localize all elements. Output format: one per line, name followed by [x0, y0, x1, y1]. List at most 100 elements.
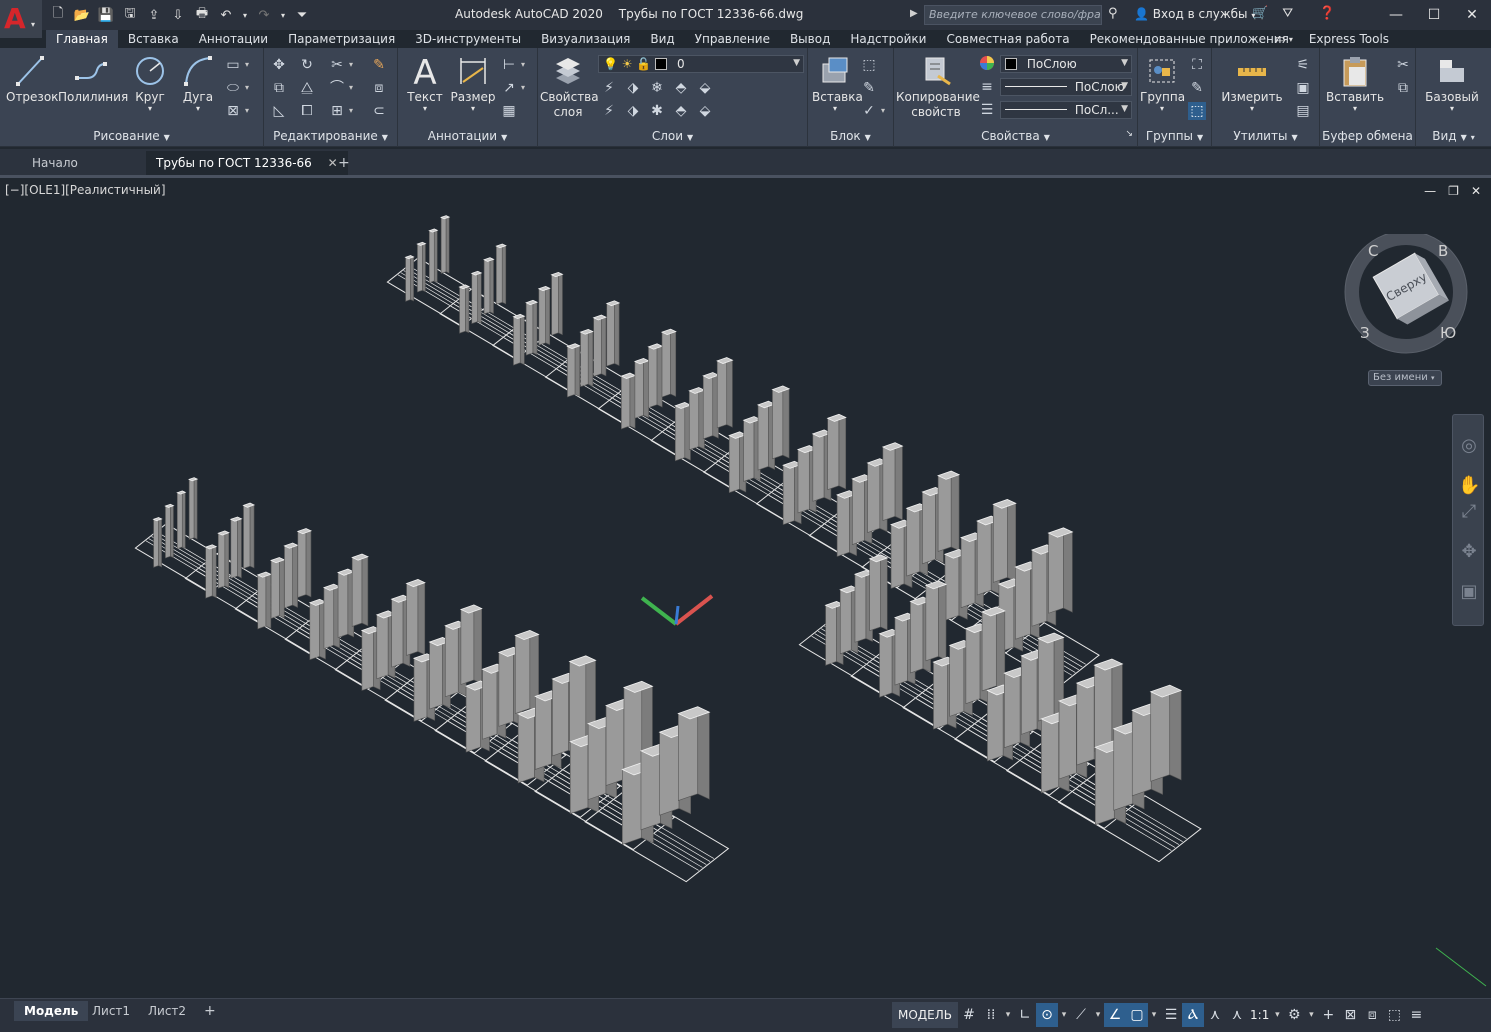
snap-icon[interactable]: ⁞⁞	[980, 1003, 1002, 1027]
layer-freeze-icon[interactable]: ❄	[648, 79, 666, 97]
close-button[interactable]: ✕	[1453, 0, 1491, 30]
isodraft-icon[interactable]: ⟋	[1070, 1003, 1092, 1027]
save-as-icon[interactable]: 🖫	[120, 5, 140, 25]
drawing-viewport[interactable]: [−][OLE1][Реалистичный] — ❐ ✕ Сверху С В…	[0, 178, 1491, 998]
edit-attributes-icon[interactable]: ✓	[860, 102, 878, 120]
calculator-icon[interactable]: ▤	[1294, 102, 1312, 120]
dimension-button[interactable]: Размер ▾	[450, 54, 496, 113]
cut-icon[interactable]: ✂	[1394, 56, 1412, 74]
pan-hand-icon[interactable]: ✋	[1458, 475, 1480, 497]
fillet-icon[interactable]: ⌒	[328, 79, 346, 97]
autodesk-a360-icon[interactable]: ⛛	[1282, 6, 1293, 21]
chevron-down-icon[interactable]: ▾	[521, 60, 525, 69]
layer-unlock-icon[interactable]: ⬘	[672, 102, 690, 120]
dialog-launcher-icon[interactable]: ↘	[1125, 129, 1133, 139]
tab-model[interactable]: Модель	[14, 1001, 89, 1021]
panel-title-groups[interactable]: Группы ▼	[1138, 129, 1211, 145]
search-expand-icon[interactable]: ▶	[910, 8, 918, 19]
arc-button[interactable]: Дуга ▾	[178, 54, 218, 113]
layer-properties-button[interactable]: Свойства слоя	[540, 54, 599, 120]
chevron-down-icon[interactable]: ▾	[1271, 1010, 1283, 1020]
tab-featured-apps[interactable]: Рекомендованные приложения	[1080, 30, 1299, 48]
chevron-down-icon[interactable]: ▾	[521, 83, 525, 92]
layer-thaw-icon[interactable]: ✱	[648, 102, 666, 120]
signin-button[interactable]: 👤 Вход в службы ▾	[1134, 7, 1255, 21]
panel-title-modify[interactable]: Редактирование ▼	[264, 129, 397, 145]
redo-dropdown-icon[interactable]: ▾	[278, 5, 288, 25]
tab-insert[interactable]: Вставка	[118, 30, 189, 48]
linear-dimension-icon[interactable]: ⊢	[500, 56, 518, 74]
lineweight-display-icon[interactable]: ☰	[1160, 1003, 1182, 1027]
tab-start[interactable]: Начало	[22, 151, 88, 175]
chevron-down-icon[interactable]: ▾	[245, 60, 249, 69]
group-edit-icon[interactable]: ✎	[1188, 79, 1206, 97]
viewport-close-icon[interactable]: ✕	[1471, 184, 1481, 198]
quick-select-icon[interactable]: ⚟	[1294, 56, 1312, 74]
create-block-icon[interactable]: ⬚	[860, 56, 878, 74]
chevron-down-icon[interactable]: ▾	[1002, 1010, 1014, 1020]
steering-wheel-icon[interactable]: ◎	[1458, 435, 1480, 457]
save-icon[interactable]: 💾	[96, 5, 116, 25]
binoculars-icon[interactable]: ⚲	[1108, 6, 1118, 21]
web-mobile-save-icon[interactable]: ⇩	[168, 5, 188, 25]
panel-title-utilities[interactable]: Утилиты ▼	[1212, 129, 1319, 145]
chevron-down-icon[interactable]: ▾	[245, 83, 249, 92]
model-space-toggle[interactable]: МОДЕЛЬ	[892, 1002, 959, 1028]
panel-title-annotation[interactable]: Аннотации ▼	[398, 129, 537, 145]
group-button[interactable]: Группа ▾	[1140, 54, 1185, 113]
leader-icon[interactable]: ↗	[500, 79, 518, 97]
tab-3d-tools[interactable]: 3D-инструменты	[405, 30, 531, 48]
stretch-icon[interactable]: ◺	[270, 102, 288, 120]
panel-title-draw[interactable]: Рисование ▼	[0, 129, 263, 145]
application-menu-button[interactable]: A ▾	[0, 0, 42, 38]
cart-icon[interactable]: 🛒	[1252, 6, 1268, 21]
boundary-icon[interactable]: ⊠	[224, 102, 242, 120]
undo-icon[interactable]: ↶	[216, 5, 236, 25]
object-snap-tracking-icon[interactable]: ∠	[1104, 1003, 1127, 1027]
tab-collaborate[interactable]: Совместная работа	[936, 30, 1079, 48]
panel-title-clipboard[interactable]: Буфер обмена	[1320, 129, 1415, 145]
chevron-down-icon[interactable]: ▾	[349, 106, 353, 115]
chevron-down-icon[interactable]: ▾	[881, 106, 885, 115]
viewcube[interactable]: Сверху С В Ю З	[1340, 234, 1472, 364]
color-dropdown[interactable]: ПоСлою ▼	[1000, 55, 1132, 73]
ucs-menu[interactable]: Без имени ▾	[1368, 370, 1442, 386]
circle-button[interactable]: Круг ▾	[130, 54, 170, 113]
workspace-gear-icon[interactable]: ⚙	[1283, 1003, 1305, 1027]
chevron-down-icon[interactable]: ▾	[349, 83, 353, 92]
annotation-scale-icon[interactable]: ⋏	[1226, 1003, 1248, 1027]
minimize-button[interactable]: —	[1377, 0, 1415, 30]
group-selection-icon[interactable]: ⬚	[1188, 102, 1206, 120]
copy-clip-icon[interactable]: ⧉	[1394, 79, 1412, 97]
plot-icon[interactable]: 🖶	[192, 5, 212, 25]
zoom-extents-icon[interactable]: ⤢	[1458, 501, 1480, 523]
table-icon[interactable]: ▦	[500, 102, 518, 120]
rotate-icon[interactable]: ↻	[298, 56, 316, 74]
layer-previous-icon[interactable]: ⬙	[696, 102, 714, 120]
help-icon[interactable]: ❓	[1319, 6, 1335, 21]
trim-icon[interactable]: ✂	[328, 56, 346, 74]
tab-parametric[interactable]: Параметризация	[278, 30, 405, 48]
search-input[interactable]: Введите ключевое слово/фразу	[924, 5, 1102, 25]
select-all-icon[interactable]: ▣	[1294, 79, 1312, 97]
linetype-dropdown[interactable]: ПоСл... ▼	[1000, 101, 1132, 119]
layer-match-icon[interactable]: ⬙	[696, 79, 714, 97]
tab-visualize[interactable]: Визуализация	[531, 30, 640, 48]
copy-icon[interactable]: ⧉	[270, 79, 288, 97]
chevron-down-icon[interactable]: ▾	[1092, 1010, 1104, 1020]
ungroup-icon[interactable]: ⛶	[1188, 56, 1206, 74]
isolate-objects-icon[interactable]: ⧈	[1361, 1003, 1383, 1027]
customize-menu-icon[interactable]: ≡	[1405, 1003, 1427, 1027]
line-button[interactable]: Отрезок	[6, 54, 58, 105]
tab-output[interactable]: Вывод	[780, 30, 840, 48]
chevron-down-icon[interactable]: ▾	[245, 106, 249, 115]
edit-block-icon[interactable]: ✎	[860, 79, 878, 97]
panel-title-block[interactable]: Блок ▼	[808, 129, 893, 145]
measure-button[interactable]: Измерить ▾	[1220, 54, 1284, 113]
panel-title-view[interactable]: Вид ▼ ▾	[1416, 129, 1491, 145]
erase-icon[interactable]: ✎	[370, 56, 388, 74]
open-folder-icon[interactable]: 📂	[72, 5, 92, 25]
tab-home[interactable]: Главная	[46, 30, 118, 48]
ortho-icon[interactable]: ∟	[1014, 1003, 1036, 1027]
chevron-down-icon[interactable]: ▾	[1305, 1010, 1317, 1020]
